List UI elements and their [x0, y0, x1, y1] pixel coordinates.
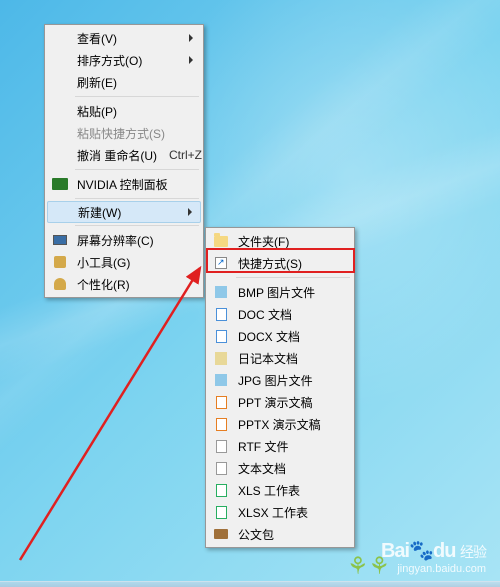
blank-icon — [49, 50, 71, 70]
menu-view[interactable]: 查看(V) — [47, 27, 201, 49]
menu-separator — [75, 96, 199, 97]
menu-separator — [75, 198, 199, 199]
menu-new[interactable]: 新建(W) — [47, 201, 201, 223]
menu-label: XLSX 工作表 — [232, 504, 344, 521]
diary-icon — [210, 348, 232, 368]
submenu-pptx[interactable]: PPTX 演示文稿 — [208, 413, 352, 435]
menu-label: 刷新(E) — [71, 74, 193, 91]
menu-refresh[interactable]: 刷新(E) — [47, 71, 201, 93]
submenu-doc[interactable]: DOC 文档 — [208, 303, 352, 325]
submenu-xls[interactable]: XLS 工作表 — [208, 479, 352, 501]
menu-label: XLS 工作表 — [232, 482, 344, 499]
menu-label: 新建(W) — [72, 204, 188, 221]
watermark-url: jingyan.baidu.com — [381, 563, 486, 575]
menu-label: 个性化(R) — [71, 276, 193, 293]
baidu-watermark: Bai🐾du 经验 jingyan.baidu.com — [381, 538, 486, 575]
menu-separator — [75, 169, 199, 170]
xlsx-icon — [210, 502, 232, 522]
menu-label: 日记本文档 — [232, 350, 344, 367]
blank-icon — [50, 202, 72, 222]
menu-shortcut: Ctrl+Z — [157, 148, 202, 162]
blank-icon — [49, 145, 71, 165]
xls-icon — [210, 480, 232, 500]
menu-separator — [75, 225, 199, 226]
taskbar[interactable] — [0, 581, 500, 587]
submenu-docx[interactable]: DOCX 文档 — [208, 325, 352, 347]
submenu-diary[interactable]: 日记本文档 — [208, 347, 352, 369]
logo-text: Bai — [381, 540, 409, 562]
menu-label: DOCX 文档 — [232, 328, 344, 345]
new-submenu: 文件夹(F) 快捷方式(S) BMP 图片文件 DOC 文档 DOCX 文档 日… — [205, 227, 355, 548]
submenu-arrow-icon — [189, 56, 193, 64]
screen-icon — [49, 230, 71, 250]
menu-nvidia[interactable]: NVIDIA 控制面板 — [47, 173, 201, 195]
folder-icon — [210, 231, 232, 251]
personalize-icon — [49, 274, 71, 294]
menu-label: NVIDIA 控制面板 — [71, 176, 193, 193]
menu-separator — [236, 277, 350, 278]
menu-label: 文本文档 — [232, 460, 344, 477]
menu-label: 公文包 — [232, 526, 344, 543]
submenu-shortcut[interactable]: 快捷方式(S) — [208, 252, 352, 274]
desktop-context-menu: 查看(V) 排序方式(O) 刷新(E) 粘贴(P) 粘贴快捷方式(S) 撤消 重… — [44, 24, 204, 298]
bmp-icon — [210, 282, 232, 302]
menu-label: 查看(V) — [71, 30, 189, 47]
pptx-icon — [210, 414, 232, 434]
submenu-folder[interactable]: 文件夹(F) — [208, 230, 352, 252]
submenu-arrow-icon — [188, 208, 192, 216]
blank-icon — [49, 28, 71, 48]
menu-label: 快捷方式(S) — [232, 255, 344, 272]
briefcase-icon — [210, 524, 232, 544]
logo-text: 🐾 — [409, 540, 433, 562]
ppt-icon — [210, 392, 232, 412]
menu-label: 粘贴(P) — [71, 103, 193, 120]
submenu-xlsx[interactable]: XLSX 工作表 — [208, 501, 352, 523]
menu-personalize[interactable]: 个性化(R) — [47, 273, 201, 295]
doc-icon — [210, 304, 232, 324]
menu-label: 小工具(G) — [71, 254, 193, 271]
menu-label: DOC 文档 — [232, 306, 344, 323]
submenu-briefcase[interactable]: 公文包 — [208, 523, 352, 545]
submenu-jpg[interactable]: JPG 图片文件 — [208, 369, 352, 391]
submenu-arrow-icon — [189, 34, 193, 42]
submenu-ppt[interactable]: PPT 演示文稿 — [208, 391, 352, 413]
menu-paste[interactable]: 粘贴(P) — [47, 100, 201, 122]
menu-label: 排序方式(O) — [71, 52, 189, 69]
menu-label: 文件夹(F) — [232, 233, 344, 250]
menu-label: 粘贴快捷方式(S) — [71, 125, 193, 142]
logo-text: du — [433, 540, 455, 562]
docx-icon — [210, 326, 232, 346]
logo-cn: 经验 — [460, 544, 486, 560]
blank-icon — [49, 101, 71, 121]
menu-label: PPTX 演示文稿 — [232, 416, 344, 433]
menu-label: RTF 文件 — [232, 438, 344, 455]
menu-paste-shortcut: 粘贴快捷方式(S) — [47, 122, 201, 144]
gadget-icon — [49, 252, 71, 272]
submenu-txt[interactable]: 文本文档 — [208, 457, 352, 479]
menu-label: 屏幕分辨率(C) — [71, 232, 193, 249]
nvidia-icon — [49, 174, 71, 194]
submenu-bmp[interactable]: BMP 图片文件 — [208, 281, 352, 303]
menu-gadgets[interactable]: 小工具(G) — [47, 251, 201, 273]
shortcut-icon — [210, 253, 232, 273]
menu-sort[interactable]: 排序方式(O) — [47, 49, 201, 71]
menu-label: PPT 演示文稿 — [232, 394, 344, 411]
rtf-icon — [210, 436, 232, 456]
menu-label: BMP 图片文件 — [232, 284, 344, 301]
menu-label: JPG 图片文件 — [232, 372, 344, 389]
menu-screen-resolution[interactable]: 屏幕分辨率(C) — [47, 229, 201, 251]
submenu-rtf[interactable]: RTF 文件 — [208, 435, 352, 457]
txt-icon — [210, 458, 232, 478]
jpg-icon — [210, 370, 232, 390]
blank-icon — [49, 123, 71, 143]
menu-label: 撤消 重命名(U) — [71, 147, 157, 164]
blank-icon — [49, 72, 71, 92]
menu-undo[interactable]: 撤消 重命名(U) Ctrl+Z — [47, 144, 201, 166]
